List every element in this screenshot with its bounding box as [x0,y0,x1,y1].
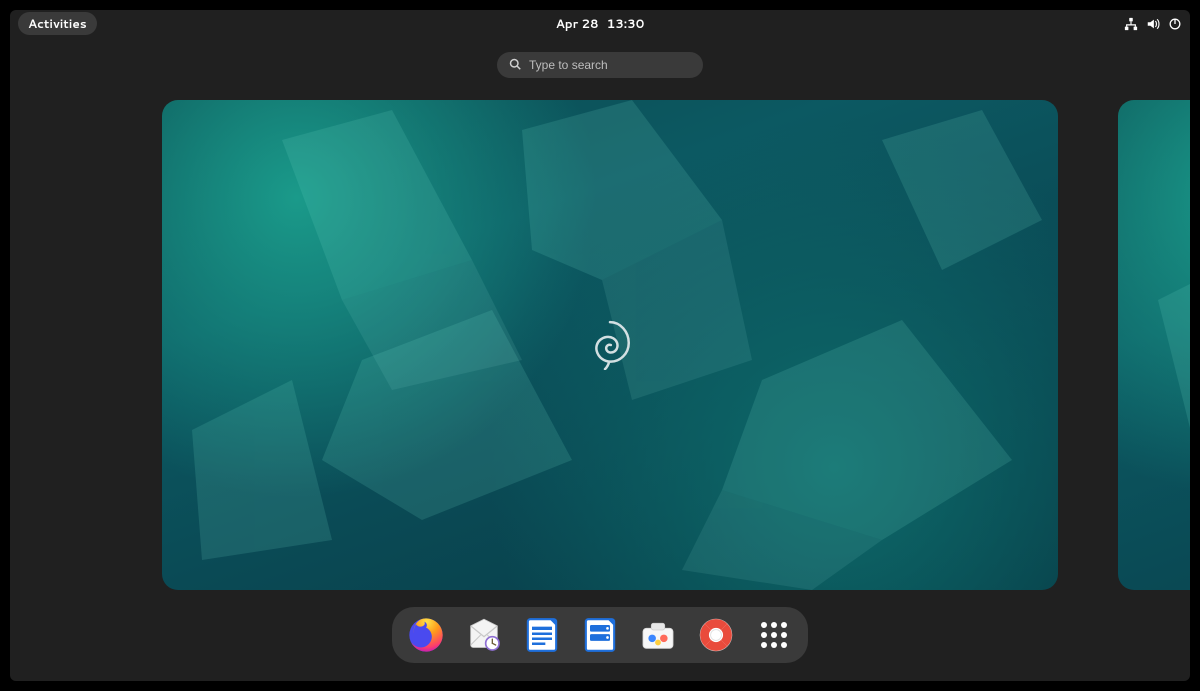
help-icon [696,615,736,655]
power-icon [1168,17,1182,31]
desktop-overview: Activities Apr 28 13:30 [10,10,1190,681]
activities-label: Activities [28,15,87,32]
app-grid-icon [761,622,787,648]
libreoffice-writer-icon [522,615,562,655]
dash-item-software[interactable] [636,613,680,657]
search-icon [509,57,521,74]
workspace-area [10,100,1190,581]
dash-item-files[interactable] [578,613,622,657]
dash-item-app-grid[interactable] [752,613,796,657]
dash-item-firefox[interactable] [404,613,448,657]
date-label: Apr 28 [556,15,599,32]
evolution-icon [464,615,504,655]
debian-swirl-icon [589,320,631,370]
time-label: 13:30 [607,15,645,32]
workspace-2[interactable] [1118,100,1190,590]
top-bar: Activities Apr 28 13:30 [10,10,1190,37]
workspace-1[interactable] [162,100,1058,590]
dash-item-help[interactable] [694,613,738,657]
dash-item-evolution[interactable] [462,613,506,657]
files-icon [580,615,620,655]
search-bar[interactable] [497,52,703,78]
volume-icon [1146,17,1160,31]
activities-button[interactable]: Activities [18,12,97,35]
search-input[interactable] [529,58,691,72]
firefox-icon [406,615,446,655]
clock[interactable]: Apr 28 13:30 [556,15,645,32]
status-area[interactable] [1124,17,1182,31]
dash [392,607,808,663]
dash-item-libreoffice-writer[interactable] [520,613,564,657]
network-wired-icon [1124,17,1138,31]
software-icon [638,615,678,655]
wallpaper-decor [1118,100,1190,590]
